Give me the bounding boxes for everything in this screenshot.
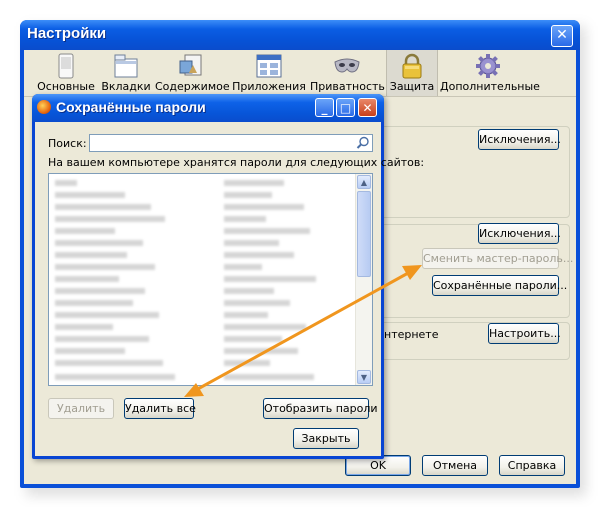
annotation-arrow-icon (184, 265, 422, 397)
